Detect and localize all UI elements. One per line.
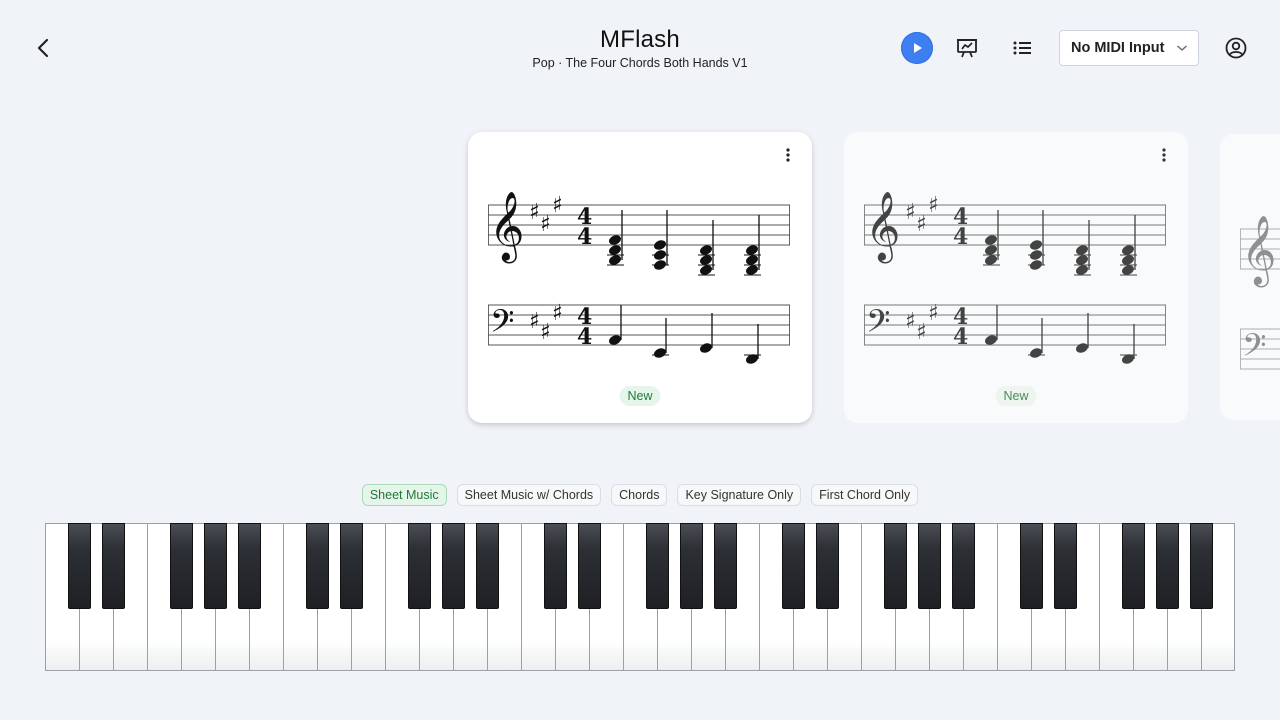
sheet-music-score bbox=[863, 190, 1167, 367]
status-badge: New bbox=[619, 386, 661, 406]
piano-black-key[interactable] bbox=[1155, 523, 1179, 609]
tab-key-signature-only[interactable]: Key Signature Only bbox=[677, 484, 802, 506]
account-button[interactable] bbox=[1222, 34, 1250, 62]
piano-black-key[interactable] bbox=[713, 523, 737, 609]
status-badge: New bbox=[995, 386, 1037, 406]
title-block: MFlash Pop · The Four Chords Both Hands … bbox=[440, 26, 840, 70]
piano-black-key[interactable] bbox=[917, 523, 941, 609]
tab-sheet-music[interactable]: Sheet Music bbox=[361, 484, 447, 506]
piano-black-key[interactable] bbox=[407, 523, 431, 609]
kebab-menu-icon bbox=[786, 148, 790, 162]
piano-black-key[interactable] bbox=[237, 523, 261, 609]
piano-black-key[interactable] bbox=[883, 523, 907, 609]
piano-black-key[interactable] bbox=[1121, 523, 1145, 609]
piano-black-key[interactable] bbox=[577, 523, 601, 609]
card-menu-button[interactable] bbox=[780, 146, 796, 164]
card-menu-button[interactable] bbox=[1156, 146, 1172, 164]
piano-black-key[interactable] bbox=[441, 523, 465, 609]
app-title: MFlash bbox=[600, 26, 680, 53]
tab-first-chord-only[interactable]: First Chord Only bbox=[811, 484, 919, 506]
tab-sheet-music-with-chords[interactable]: Sheet Music w/ Chords bbox=[456, 484, 602, 506]
piano-black-key[interactable] bbox=[67, 523, 91, 609]
sheet-music-score bbox=[487, 190, 791, 367]
piano-black-key[interactable] bbox=[203, 523, 227, 609]
piano-black-key[interactable] bbox=[679, 523, 703, 609]
piano-black-key[interactable] bbox=[951, 523, 975, 609]
back-button[interactable] bbox=[30, 34, 58, 62]
midi-input-select[interactable]: No MIDI Input bbox=[1059, 30, 1199, 66]
piano-keyboard bbox=[45, 523, 1235, 672]
piano-black-key[interactable] bbox=[101, 523, 125, 609]
piano-black-key[interactable] bbox=[543, 523, 567, 609]
piano-black-key[interactable] bbox=[1019, 523, 1043, 609]
midi-input-label: No MIDI Input bbox=[1071, 40, 1165, 56]
deck-list-button[interactable] bbox=[1008, 34, 1036, 62]
list-icon bbox=[1013, 41, 1031, 55]
flashcard-next[interactable]: New bbox=[844, 132, 1188, 423]
piano-black-key[interactable] bbox=[1053, 523, 1077, 609]
flashcard-upcoming[interactable] bbox=[1220, 134, 1280, 420]
tab-chords[interactable]: Chords bbox=[611, 484, 668, 506]
chevron-left-icon bbox=[37, 38, 49, 58]
piano-black-key[interactable] bbox=[339, 523, 363, 609]
piano-black-key[interactable] bbox=[305, 523, 329, 609]
presentation-chart-icon bbox=[957, 39, 977, 58]
sheet-music-score bbox=[1239, 214, 1280, 391]
deck-subtitle: Pop · The Four Chords Both Hands V1 bbox=[532, 56, 748, 70]
user-circle-icon bbox=[1225, 37, 1247, 59]
piano-black-key[interactable] bbox=[645, 523, 669, 609]
piano-black-key[interactable] bbox=[815, 523, 839, 609]
play-icon bbox=[914, 43, 922, 53]
view-mode-tabs: Sheet Music Sheet Music w/ Chords Chords… bbox=[0, 484, 1280, 506]
kebab-menu-icon bbox=[1162, 148, 1166, 162]
piano-black-key[interactable] bbox=[169, 523, 193, 609]
piano-black-key[interactable] bbox=[475, 523, 499, 609]
chevron-down-icon bbox=[1177, 45, 1187, 51]
presentation-button[interactable] bbox=[953, 34, 981, 62]
piano-black-key[interactable] bbox=[1189, 523, 1213, 609]
play-button[interactable] bbox=[901, 32, 933, 64]
flashcard-current[interactable]: New bbox=[468, 132, 812, 423]
piano-black-key[interactable] bbox=[781, 523, 805, 609]
